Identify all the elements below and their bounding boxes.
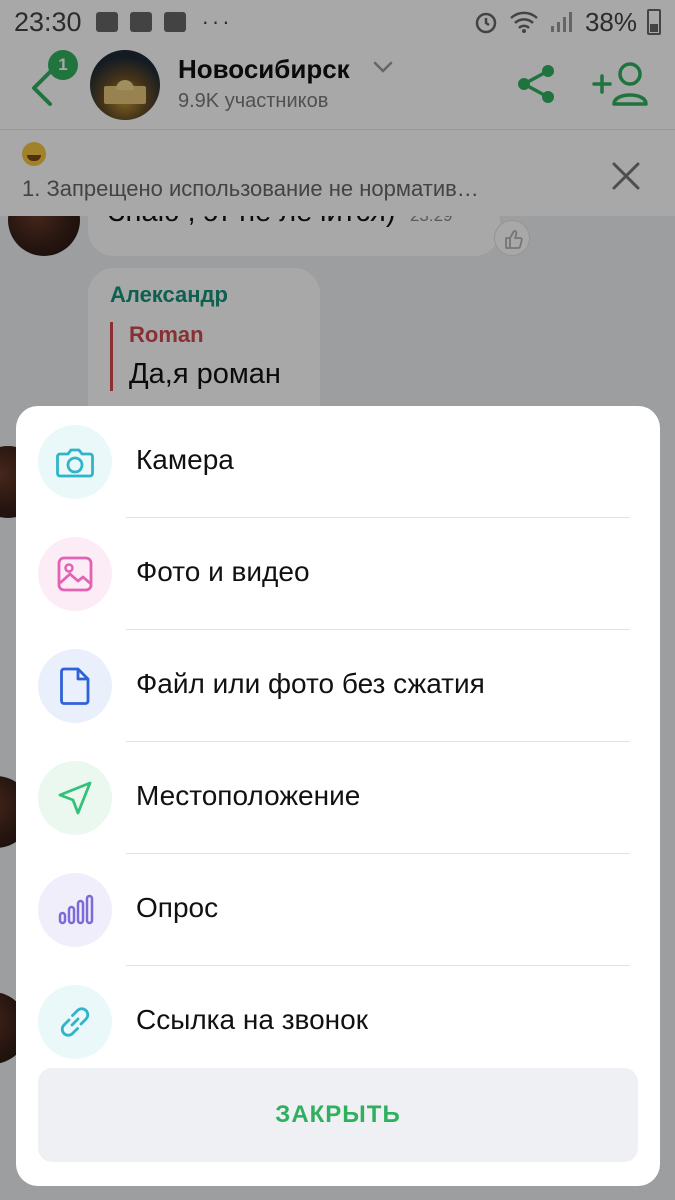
menu-item-label: Опрос xyxy=(136,892,219,923)
menu-item-label: Местоположение xyxy=(136,780,361,811)
close-button[interactable]: ЗАКРЫТЬ xyxy=(38,1068,638,1162)
camera-icon xyxy=(56,448,94,478)
menu-item-label: Камера xyxy=(136,444,234,475)
menu-item-poll[interactable]: Опрос xyxy=(16,854,660,966)
poll-icon-bg xyxy=(38,873,112,947)
menu-item-file[interactable]: Файл или фото без сжатия xyxy=(16,630,660,742)
menu-item-photo-video[interactable]: Фото и видео xyxy=(16,518,660,630)
image-icon xyxy=(57,556,93,592)
camera-icon-bg xyxy=(38,425,112,499)
link-icon-bg xyxy=(38,985,112,1059)
link-icon xyxy=(60,1007,90,1037)
file-icon-bg xyxy=(38,649,112,723)
image-icon-bg xyxy=(38,537,112,611)
menu-item-label: Ссылка на звонок xyxy=(136,1004,368,1035)
menu-item-label: Файл или фото без сжатия xyxy=(136,668,485,699)
attachment-menu: Камера Фото и видео Файл или фото без сж… xyxy=(16,406,660,1186)
menu-item-location[interactable]: Местоположение xyxy=(16,742,660,854)
menu-item-label: Фото и видео xyxy=(136,556,310,587)
location-arrow-icon xyxy=(58,781,92,815)
menu-item-camera[interactable]: Камера xyxy=(16,406,660,518)
poll-icon xyxy=(58,894,94,925)
menu-item-call-link[interactable]: Ссылка на звонок xyxy=(16,966,660,1078)
file-icon xyxy=(60,667,90,705)
location-arrow-icon-bg xyxy=(38,761,112,835)
